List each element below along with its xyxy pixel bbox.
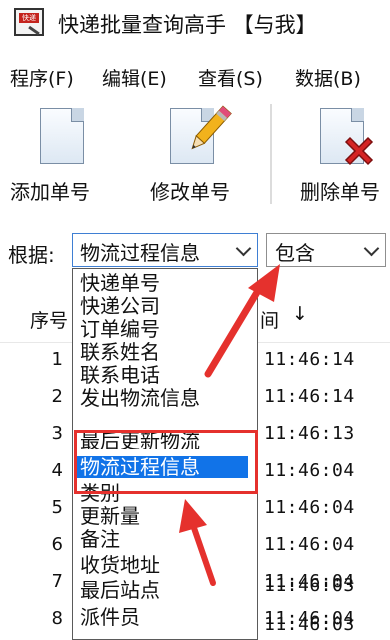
chevron-down-icon bbox=[363, 240, 380, 257]
edit-number-label: 修改单号 bbox=[150, 180, 230, 204]
field-select-value: 物流过程信息 bbox=[80, 241, 200, 265]
row-index: 1 bbox=[51, 349, 63, 370]
toolbar-separator bbox=[270, 104, 272, 204]
menu-data[interactable]: 数据(B) bbox=[295, 64, 361, 91]
app-icon-label: 快递 bbox=[19, 13, 39, 23]
row-index: 2 bbox=[51, 386, 63, 407]
menu-view[interactable]: 查看(S) bbox=[198, 64, 263, 91]
app-icon: 快递 bbox=[14, 8, 44, 36]
row-time: 11:46:04 bbox=[264, 460, 355, 481]
row-index: 6 bbox=[51, 534, 63, 555]
annotation-arrow-icon bbox=[204, 264, 280, 378]
filter-label: 根据: bbox=[8, 243, 55, 267]
edit-number-button[interactable]: 修改单号 bbox=[140, 98, 265, 218]
row-time: 11:46:04 bbox=[264, 497, 355, 518]
annotation-highlight-box bbox=[74, 430, 258, 494]
add-number-label: 添加单号 bbox=[10, 180, 90, 204]
window-title: 快递批量查询高手 【与我】 bbox=[58, 13, 317, 37]
dropdown-option[interactable]: 派件员 bbox=[80, 606, 250, 628]
row-index: 8 bbox=[51, 608, 63, 629]
row-time: 11:46:14 bbox=[264, 386, 355, 407]
row-time: 11:46:03 bbox=[264, 575, 355, 596]
row-index: 5 bbox=[51, 497, 63, 518]
annotation-arrow-icon bbox=[179, 499, 216, 586]
row-time: 11:46:04 bbox=[264, 534, 355, 555]
delete-number-button[interactable]: 删除单号 bbox=[290, 98, 390, 218]
title-bar: 快递 快递批量查询高手 【与我】 bbox=[0, 0, 390, 46]
dropdown-option[interactable]: 发出物流信息 bbox=[80, 387, 250, 409]
add-number-button[interactable]: 添加单号 bbox=[0, 98, 130, 218]
row-index: 7 bbox=[51, 571, 63, 592]
chevron-down-icon bbox=[235, 240, 252, 257]
pen-icon bbox=[28, 25, 40, 36]
menu-bar: 程序(F) 编辑(E) 查看(S) 数据(B) bbox=[0, 58, 390, 96]
delete-number-label: 删除单号 bbox=[300, 180, 380, 204]
row-time: 11:46:13 bbox=[264, 423, 355, 444]
sort-down-arrow-icon: ↓ bbox=[292, 303, 308, 325]
menu-edit[interactable]: 编辑(E) bbox=[102, 64, 167, 91]
row-time: 11:46:03 bbox=[264, 614, 355, 635]
toolbar: 添加单号 修改单号 删除单号 bbox=[0, 98, 390, 220]
row-index: 4 bbox=[51, 460, 63, 481]
column-header-index[interactable]: 序号 bbox=[30, 306, 68, 333]
menu-program[interactable]: 程序(F) bbox=[10, 64, 74, 91]
row-index: 3 bbox=[51, 423, 63, 444]
